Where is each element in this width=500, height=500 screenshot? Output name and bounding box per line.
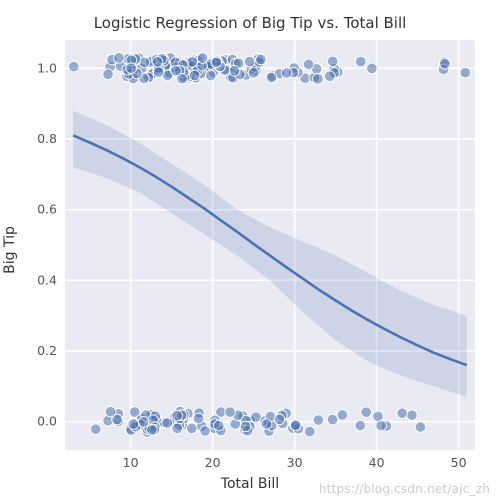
data-point <box>440 58 451 69</box>
plot-area <box>65 40 475 450</box>
y-tick-label: 0.4 <box>37 272 57 287</box>
data-point <box>304 426 315 437</box>
chart-title: Logistic Regression of Big Tip vs. Total… <box>0 14 500 32</box>
data-point <box>90 424 101 435</box>
plot-svg <box>65 40 475 450</box>
data-point <box>407 410 418 421</box>
data-point <box>397 408 408 419</box>
data-point <box>229 66 240 77</box>
x-tick-label: 20 <box>205 455 221 470</box>
data-point <box>68 61 79 72</box>
confidence-band <box>73 111 467 397</box>
data-point <box>244 56 255 67</box>
data-point <box>313 74 324 85</box>
data-point <box>313 415 324 426</box>
data-point <box>193 413 204 424</box>
y-axis-label: Big Tip <box>2 150 18 350</box>
data-point <box>248 68 259 79</box>
data-point <box>367 63 378 74</box>
data-point <box>186 423 197 434</box>
x-tick-label: 40 <box>369 455 385 470</box>
data-point <box>205 70 216 81</box>
y-tick-label: 0.6 <box>37 202 57 217</box>
data-point <box>376 420 387 431</box>
x-tick-label: 10 <box>123 455 139 470</box>
data-point <box>327 414 338 425</box>
data-point <box>126 63 137 74</box>
y-tick-label: 1.0 <box>37 60 57 75</box>
data-point <box>415 422 426 433</box>
y-tick-label: 0.8 <box>37 131 57 146</box>
data-point <box>460 67 471 78</box>
data-point <box>211 57 222 68</box>
data-point <box>197 53 208 64</box>
data-point <box>225 407 236 418</box>
y-tick-label: 0.2 <box>37 343 57 358</box>
data-point <box>355 420 366 431</box>
data-point <box>274 414 285 425</box>
x-tick-label: 30 <box>287 455 303 470</box>
data-point <box>214 420 225 431</box>
data-point <box>337 410 348 421</box>
data-point <box>128 419 139 430</box>
data-point <box>303 59 314 70</box>
data-point <box>266 72 277 83</box>
data-point <box>327 56 338 67</box>
data-point <box>361 407 372 418</box>
data-point <box>114 53 125 64</box>
data-point <box>153 67 164 78</box>
data-point <box>162 418 173 429</box>
chart-figure: Logistic Regression of Big Tip vs. Total… <box>0 0 500 500</box>
data-point <box>105 406 116 417</box>
data-point <box>261 419 272 430</box>
data-point <box>355 56 366 67</box>
data-point <box>240 421 251 432</box>
data-point <box>189 70 200 81</box>
data-point <box>256 54 267 65</box>
data-point <box>290 420 301 431</box>
data-point <box>147 425 158 436</box>
data-point <box>171 65 182 76</box>
data-point <box>172 423 183 434</box>
data-point <box>325 71 336 82</box>
data-point <box>138 417 149 428</box>
data-point <box>200 426 211 437</box>
data-point <box>172 410 183 421</box>
data-point <box>103 69 114 80</box>
data-point <box>152 57 163 68</box>
x-tick-label: 50 <box>451 455 467 470</box>
watermark: https://blog.csdn.net/ajc_zh <box>319 482 490 496</box>
data-point <box>281 68 292 79</box>
y-tick-label: 0.0 <box>37 414 57 429</box>
